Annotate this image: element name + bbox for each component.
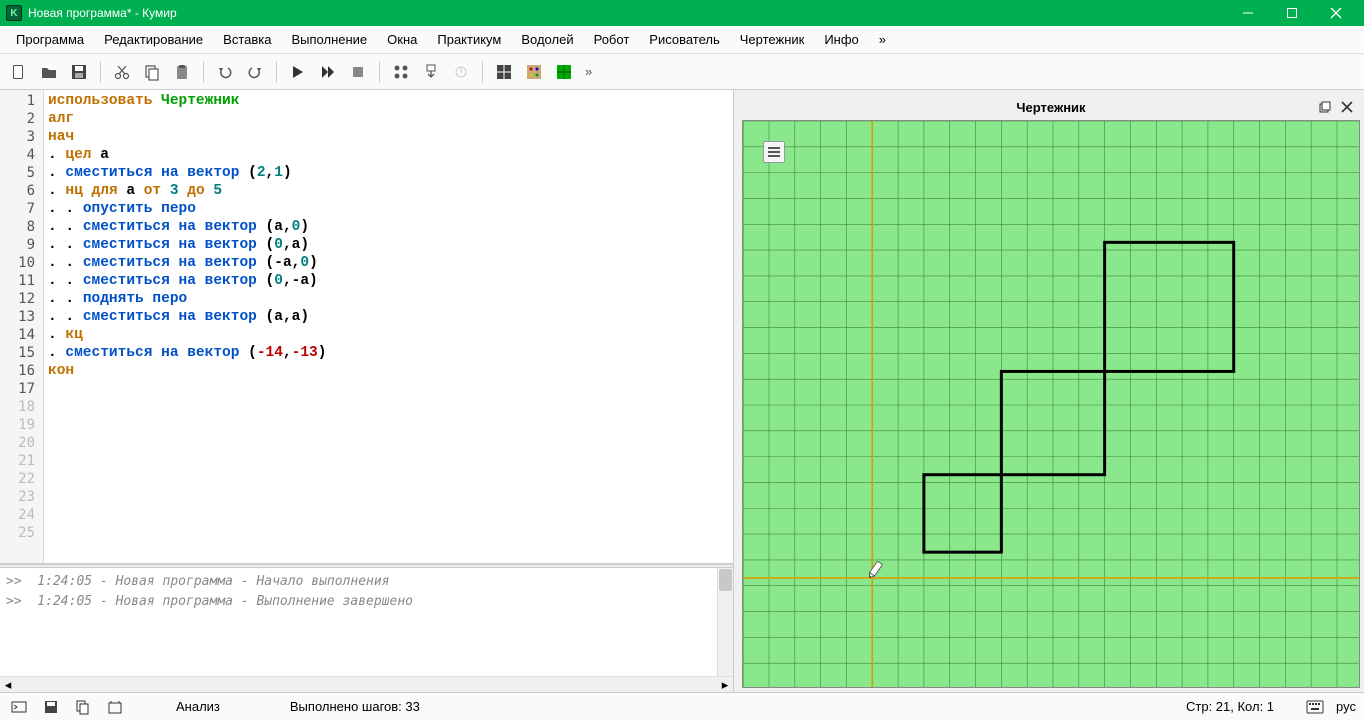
code-area[interactable]: использовать Чертежникалгнач. цел а. сме…: [44, 90, 733, 563]
drawer-panel-header: Чертежник: [742, 94, 1360, 120]
toolbar-more[interactable]: »: [585, 64, 592, 79]
menu-5[interactable]: Практикум: [427, 28, 511, 51]
drawer-panel-title: Чертежник: [1016, 100, 1085, 115]
status-steps: Выполнено шагов: 33: [290, 699, 420, 714]
panel-restore-button[interactable]: [1316, 98, 1334, 116]
drawer-canvas[interactable]: [742, 120, 1360, 688]
menu-2[interactable]: Вставка: [213, 28, 281, 51]
step-into-button[interactable]: [418, 59, 444, 85]
menu-8[interactable]: Рисователь: [639, 28, 729, 51]
redo-button[interactable]: [242, 59, 268, 85]
step-out-button[interactable]: [448, 59, 474, 85]
open-file-button[interactable]: [36, 59, 62, 85]
code-editor[interactable]: 1234567891011121314151617181920212223242…: [0, 90, 733, 564]
actor-robot-button[interactable]: [491, 59, 517, 85]
keyboard-icon[interactable]: [1304, 696, 1326, 718]
toolbar: »: [0, 54, 1364, 90]
status-copy-button[interactable]: [72, 696, 94, 718]
close-button[interactable]: [1314, 0, 1358, 26]
status-position: Стр: 21, Кол: 1: [1186, 699, 1274, 714]
menu-10[interactable]: Инфо: [814, 28, 868, 51]
console-text: >> 1:24:05 - Новая программа - Начало вы…: [0, 568, 717, 676]
console-toggle-button[interactable]: [8, 696, 30, 718]
canvas-menu-button[interactable]: [763, 141, 785, 163]
app-icon: K: [6, 5, 22, 21]
console-scrollbar[interactable]: [717, 568, 733, 676]
menubar: ПрограммаРедактированиеВставкаВыполнение…: [0, 26, 1364, 54]
scroll-right-icon[interactable]: ▸: [717, 677, 733, 693]
menu-1[interactable]: Редактирование: [94, 28, 213, 51]
horizontal-scrollbar[interactable]: ◂ ▸: [0, 676, 733, 692]
menu-4[interactable]: Окна: [377, 28, 427, 51]
statusbar: Анализ Выполнено шагов: 33 Стр: 21, Кол:…: [0, 692, 1364, 720]
status-lang: рус: [1336, 699, 1356, 714]
copy-button[interactable]: [139, 59, 165, 85]
status-save-button[interactable]: [40, 696, 62, 718]
cut-button[interactable]: [109, 59, 135, 85]
run-fast-button[interactable]: [315, 59, 341, 85]
scroll-left-icon[interactable]: ◂: [0, 677, 16, 693]
minimize-button[interactable]: [1226, 0, 1270, 26]
actor-painter-button[interactable]: [521, 59, 547, 85]
menu-6[interactable]: Водолей: [511, 28, 583, 51]
run-button[interactable]: [285, 59, 311, 85]
window-title: Новая программа* - Кумир: [28, 6, 1226, 20]
stop-button[interactable]: [345, 59, 371, 85]
menu-11[interactable]: »: [869, 28, 896, 51]
titlebar: K Новая программа* - Кумир: [0, 0, 1364, 26]
step-button[interactable]: [388, 59, 414, 85]
panel-close-button[interactable]: [1338, 98, 1356, 116]
status-clear-button[interactable]: [104, 696, 126, 718]
menu-7[interactable]: Робот: [584, 28, 640, 51]
menu-0[interactable]: Программа: [6, 28, 94, 51]
actor-drawer-button[interactable]: [551, 59, 577, 85]
line-gutter: 1234567891011121314151617181920212223242…: [0, 90, 44, 563]
status-analysis: Анализ: [176, 699, 220, 714]
paste-button[interactable]: [169, 59, 195, 85]
new-file-button[interactable]: [6, 59, 32, 85]
save-file-button[interactable]: [66, 59, 92, 85]
menu-3[interactable]: Выполнение: [281, 28, 377, 51]
maximize-button[interactable]: [1270, 0, 1314, 26]
undo-button[interactable]: [212, 59, 238, 85]
output-console: >> 1:24:05 - Новая программа - Начало вы…: [0, 568, 733, 676]
menu-9[interactable]: Чертежник: [730, 28, 815, 51]
